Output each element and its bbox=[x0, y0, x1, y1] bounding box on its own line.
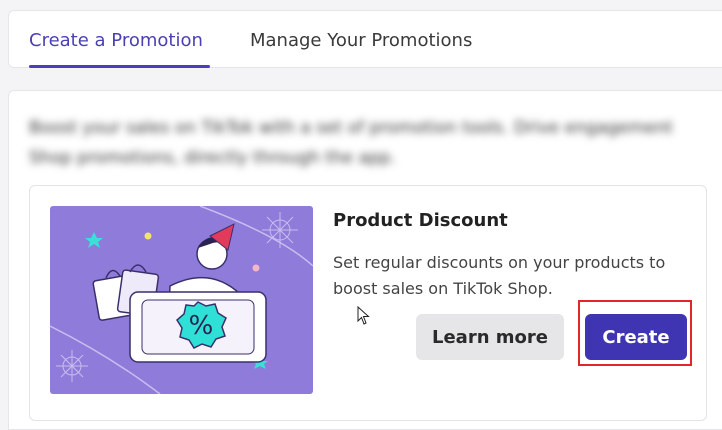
intro-line-1: Boost your sales on TikTok with a set of… bbox=[29, 118, 673, 138]
active-tab-indicator bbox=[29, 65, 210, 68]
percent-glyph: % bbox=[189, 311, 214, 341]
promotion-title: Product Discount bbox=[333, 210, 508, 231]
promotion-description: Set regular discounts on your products t… bbox=[333, 253, 666, 298]
mouse-pointer-icon bbox=[357, 305, 371, 330]
product-discount-illustration: % bbox=[50, 206, 313, 394]
tab-bar: Create a Promotion Manage Your Promotion… bbox=[8, 10, 722, 68]
tab-create-promotion[interactable]: Create a Promotion bbox=[29, 29, 203, 53]
create-button[interactable]: Create bbox=[585, 314, 687, 360]
learn-more-button[interactable]: Learn more bbox=[416, 314, 564, 360]
intro-line-2: Shop promotions, directly through the ap… bbox=[29, 148, 396, 168]
intro-text: Boost your sales on TikTok with a set of… bbox=[29, 113, 722, 173]
promotions-panel: Boost your sales on TikTok with a set of… bbox=[8, 90, 722, 430]
product-discount-card: % Product Discount Set regular discounts… bbox=[29, 185, 707, 421]
tab-manage-promotions[interactable]: Manage Your Promotions bbox=[250, 29, 472, 53]
